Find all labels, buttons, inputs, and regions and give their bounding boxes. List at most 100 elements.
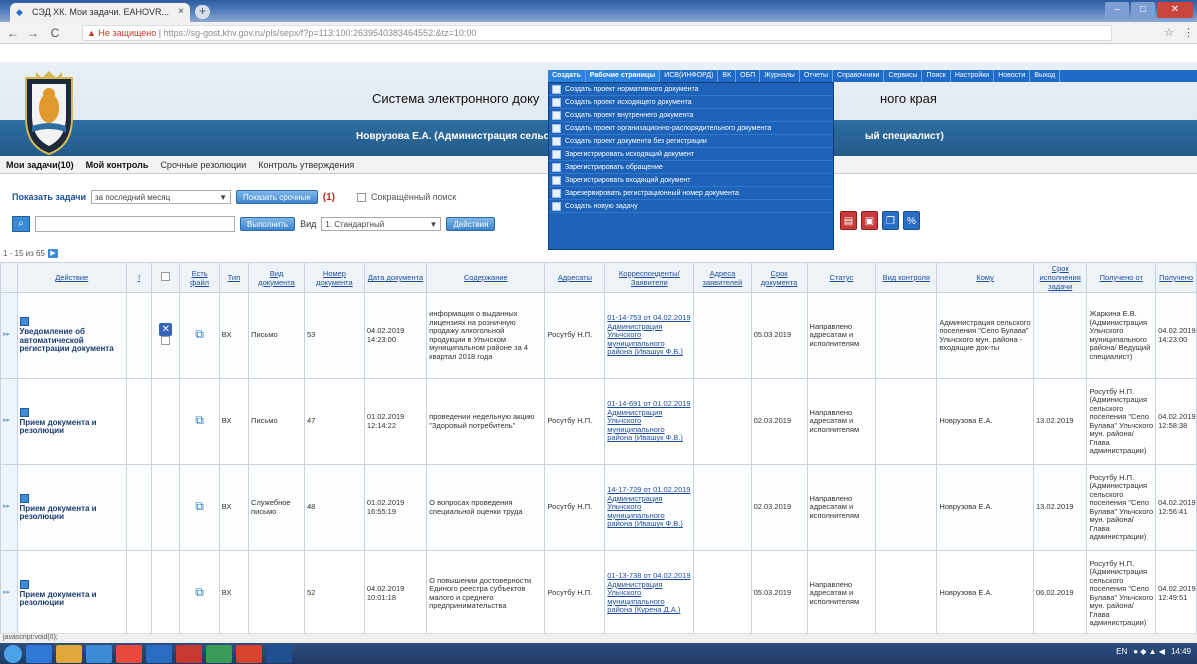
col-addressees[interactable]: Адресаты [544, 262, 606, 293]
period-select[interactable]: за последний месяц ▼ [91, 190, 231, 204]
back-icon[interactable]: ← [6, 26, 20, 40]
run-button[interactable]: Выполнить [240, 217, 296, 231]
taskbar-app-icon[interactable] [116, 644, 142, 663]
menu-obp[interactable]: ОБП [736, 70, 761, 82]
start-button[interactable] [4, 644, 22, 663]
task-icon [552, 201, 561, 211]
show-urgent-button[interactable]: Показать срочные [236, 190, 318, 204]
menu-search[interactable]: Поиск [922, 70, 951, 82]
menu-item-register-outgoing[interactable]: Зарегистрировать исходящий документ [549, 148, 833, 161]
short-search-checkbox[interactable] [356, 192, 366, 202]
menu-directories[interactable]: Справочники [833, 70, 885, 82]
taskbar-app-icon[interactable] [176, 644, 202, 663]
browser-menu-icon[interactable]: ⋮ [1183, 26, 1194, 39]
taskbar-app-icon[interactable] [266, 644, 292, 663]
maximize-button[interactable]: □ [1131, 2, 1155, 18]
col-select[interactable] [151, 262, 181, 293]
row-checkbox[interactable] [161, 336, 171, 346]
table-row[interactable]: ▸▸ Прием документа и резолюции ⧉ ВХ Служ… [0, 464, 1197, 551]
window-close-button[interactable]: ✕ [1157, 2, 1193, 18]
table-row[interactable]: ▸▸ Прием документа и резолюции ⧉ ВХ Пись… [0, 378, 1197, 465]
table-row[interactable]: ▸▸ Прием документа и резолюции ⧉ ВХ 52 0… [0, 550, 1197, 637]
tray-icons[interactable]: ● ◆ ▲ ◀ [1133, 647, 1165, 656]
delete-icon[interactable]: ✕ [159, 323, 173, 337]
col-to[interactable]: Кому [936, 262, 1034, 293]
col-doc-number[interactable]: Номер документа [304, 262, 365, 293]
table-row[interactable]: ▸▸ Уведомление об автоматической регистр… [0, 292, 1197, 379]
menu-item-reserve-number[interactable]: Зарезервировать регистрационный номер до… [549, 187, 833, 200]
view-value: 1. Стандартный [325, 219, 385, 229]
menu-item-create-internal[interactable]: Создать проект внутреннего документа [549, 109, 833, 122]
taskbar-app-icon[interactable] [236, 644, 262, 663]
col-doc-date[interactable]: Дата документа [363, 262, 428, 293]
attachment-icon[interactable]: ⧉ [195, 413, 204, 427]
forward-icon[interactable]: → [26, 26, 40, 40]
menu-item-create-outgoing[interactable]: Создать проект исходящего документа [549, 96, 833, 109]
col-doc-kind[interactable]: Вид документа [248, 262, 306, 293]
bookmark-star-icon[interactable]: ☆ [1164, 26, 1174, 39]
col-control-kind[interactable]: Вид контроля [875, 262, 938, 293]
document-icon [552, 123, 561, 133]
export-pdf-icon[interactable]: ▤ [840, 211, 857, 230]
col-has-file[interactable]: Есть файл [179, 262, 220, 293]
col-type[interactable]: Тип [218, 262, 250, 293]
document-icon [552, 97, 561, 107]
taskbar-app-icon[interactable] [146, 644, 172, 663]
new-tab-button[interactable]: + [195, 5, 210, 19]
col-action[interactable]: Действие [16, 262, 127, 293]
attachment-icon[interactable]: ⧉ [195, 327, 204, 341]
taskbar-app-icon[interactable] [56, 644, 82, 663]
search-input[interactable] [35, 216, 235, 232]
menu-item-create-task[interactable]: Создать новую задачу [549, 200, 833, 213]
menu-create[interactable]: Создать [548, 70, 586, 82]
minimize-button[interactable]: – [1105, 2, 1129, 18]
col-task-due[interactable]: Срок исполнения задачи [1032, 262, 1088, 293]
print-icon[interactable]: ▣ [861, 211, 878, 230]
tab-my-tasks[interactable]: Мои задачи(10) [0, 160, 80, 170]
taskbar-app-icon[interactable] [86, 644, 112, 663]
tab-approval-control[interactable]: Контроль утверждения [252, 160, 360, 170]
menu-item-create-unregistered[interactable]: Создать проект документа без регистрации [549, 135, 833, 148]
taskbar-app-icon[interactable] [206, 644, 232, 663]
menu-isv[interactable]: ИСВ(ИНФОРД) [660, 70, 719, 82]
col-correspondents[interactable]: Корреспонденты/ Заявители [604, 262, 695, 293]
next-page-icon[interactable]: ▶ [47, 249, 58, 258]
menu-item-create-normative[interactable]: Создать проект нормативного документа [549, 83, 833, 96]
document-icon [552, 110, 561, 120]
attachment-icon[interactable]: ⧉ [195, 585, 204, 599]
col-received-from[interactable]: Получено от [1086, 262, 1157, 293]
link-icon[interactable]: % [903, 211, 920, 230]
menu-journals[interactable]: Журналы [760, 70, 800, 82]
menu-item-register-appeal[interactable]: Зарегистрировать обращение [549, 161, 833, 174]
menu-exit[interactable]: Выход [1030, 70, 1061, 82]
menu-item-create-org-admin[interactable]: Создать проект организационно-распорядит… [549, 122, 833, 135]
col-received[interactable]: Получено [1155, 262, 1197, 293]
col-status[interactable]: Статус [806, 262, 877, 293]
document-icon [552, 136, 561, 146]
col-applicant-addr[interactable]: Адреса заявителей [693, 262, 752, 293]
view-select[interactable]: 1. Стандартный ▼ [321, 217, 442, 231]
actions-button[interactable]: Действия [446, 217, 496, 231]
language-indicator[interactable]: EN [1116, 647, 1127, 656]
attachment-icon[interactable]: ⧉ [195, 499, 204, 513]
menu-services[interactable]: Сервисы [884, 70, 923, 82]
menu-vk[interactable]: ВК [718, 70, 737, 82]
tab-close-icon[interactable]: × [178, 6, 184, 17]
menu-settings[interactable]: Настройки [951, 70, 995, 82]
url-field[interactable]: ▲ Не защищено | https://sg-gost.khv.gov.… [82, 25, 1112, 41]
menu-reports[interactable]: Отчеты [800, 70, 834, 82]
col-priority[interactable]: ! [125, 262, 153, 293]
clock[interactable]: 14:49 [1171, 647, 1191, 656]
menu-item-register-incoming[interactable]: Зарегистрировать входящий документ [549, 174, 833, 187]
copy-icon[interactable]: ❐ [882, 211, 899, 230]
browser-tab[interactable]: ◆ СЭД ХК. Мои задачи. ЕАНОVR... × [10, 3, 190, 22]
taskbar-app-icon[interactable] [26, 644, 52, 663]
menu-news[interactable]: Новости [994, 70, 1031, 82]
tab-my-control[interactable]: Мой контроль [80, 160, 155, 170]
col-doc-due[interactable]: Срок документа [750, 262, 808, 293]
tab-urgent-resolutions[interactable]: Срочные резолюции [154, 160, 252, 170]
menu-work-pages[interactable]: Рабочие страницы [585, 70, 661, 82]
col-content[interactable]: Содержание [426, 262, 546, 293]
search-icon[interactable]: ⌕ [12, 216, 30, 232]
reload-icon[interactable]: C [48, 26, 62, 40]
